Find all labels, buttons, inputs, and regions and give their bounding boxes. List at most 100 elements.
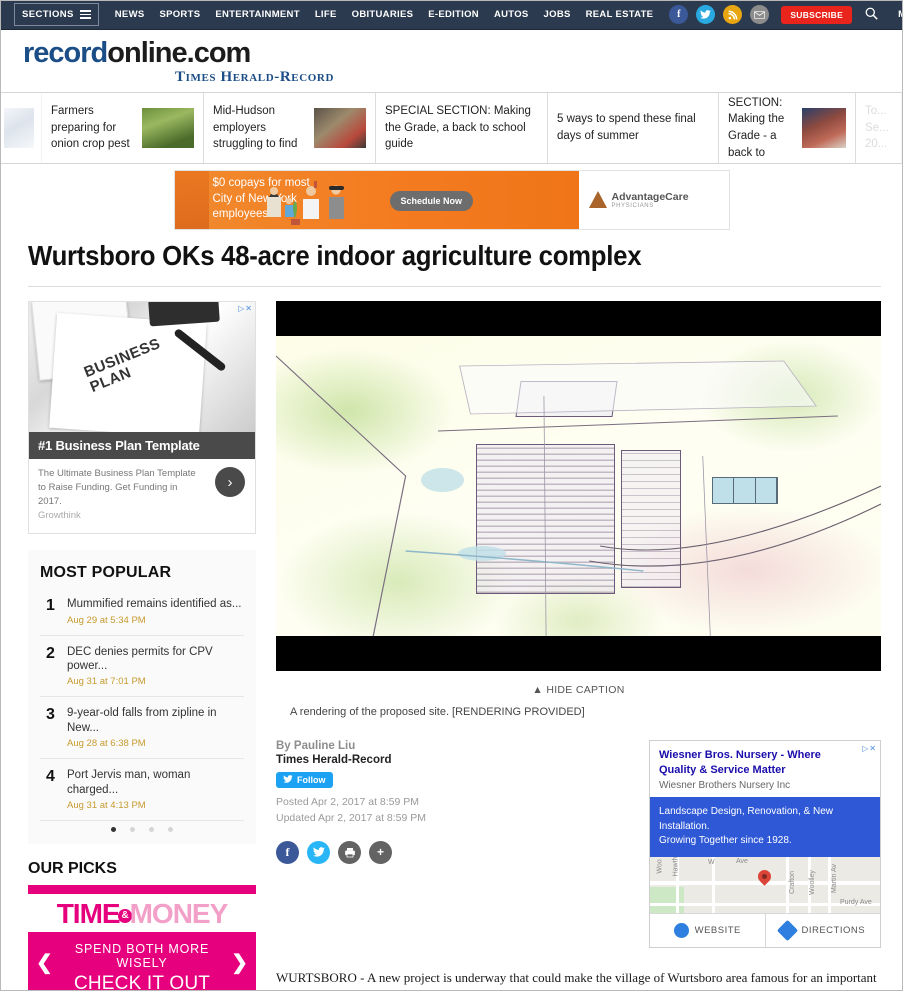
adchoices-icon[interactable]: ▷✕ [862,744,877,753]
logo-part-record: record [23,37,108,69]
website-button[interactable]: WEBSITE [650,914,765,947]
byline-author[interactable]: Pauline Liu [294,740,355,752]
twitter-follow-button[interactable]: Follow [276,772,333,788]
nav-link-real-estate[interactable]: REAL ESTATE [586,9,654,20]
ad-desc-line2: Raise Funding. Get Funding in 2017. [38,481,178,507]
carousel-item[interactable]: Mid-Hudson employers struggling to find [204,93,376,163]
article-hero-image[interactable] [276,301,881,671]
nav-link-sports[interactable]: SPORTS [159,9,200,20]
leaderboard-ad[interactable]: $0 copays for most City of New York empl… [173,169,730,230]
nav-link-entertainment[interactable]: ENTERTAINMENT [215,9,299,20]
ad-title-line-2[interactable]: Quality & Service Matter [659,763,871,778]
website-label: WEBSITE [694,924,741,936]
carousel-item[interactable]: Farmers preparing for onion crop pest [42,93,204,163]
subscribe-button[interactable]: SUBSCRIBE [781,5,853,24]
ad-description: The Ultimate Business Plan Template to R… [29,459,255,533]
email-icon[interactable] [750,5,770,24]
carousel-item[interactable]: 5 ways to spend these final days of summ… [548,93,719,163]
updated-timestamp: Updated Apr 2, 2017 at 8:59 PM [276,811,427,824]
nav-link-jobs[interactable]: JOBS [544,9,571,20]
advertiser-name: AdvantageCare [611,190,689,203]
chevron-up-icon: ▲ [532,684,544,696]
promo-prev-arrow-icon[interactable]: ❮ [36,950,53,975]
ad-action-row: WEBSITE DIRECTIONS [650,912,881,947]
carousel-item[interactable] [0,93,42,163]
directions-button[interactable]: DIRECTIONS [764,913,881,947]
sidebar-google-ad[interactable]: ▷✕ Wiesner Bros. Nursery - Where Quality… [649,740,881,948]
ad-map[interactable]: Woo Hawth W Ave Crafton Woolley Martin A… [650,856,880,913]
promo-logo-money: MONEY [129,897,229,929]
nav-link-autos[interactable]: AUTOS [494,9,529,20]
carousel-item[interactable]: SPECIAL SECTION: Making the Grade, a bac… [376,93,548,163]
list-item[interactable]: 3 9-year-old falls from zipline in New..… [40,697,244,760]
our-picks-module: OUR PICKS TIME &MONEY ❮ SPEND BOTH MORE W… [28,860,256,991]
pagination-dot[interactable] [168,826,173,832]
ad-overlay-title: #1 Business Plan Template [29,432,255,459]
main-column: ▲ HIDE CAPTION A rendering of the propos… [258,301,881,991]
facebook-icon[interactable]: f [669,5,689,24]
sidebar-advertisement[interactable]: BUSINESS PLAN ▷✕ #1 Business Plan Templa… [28,301,256,535]
schedule-now-button[interactable]: Schedule Now [389,190,474,211]
share-twitter-button[interactable] [307,840,330,864]
print-button[interactable] [338,840,361,864]
map-label: Hawth [672,856,680,876]
ad-title-line-1[interactable]: Wiesner Bros. Nursery - Where [659,748,871,763]
list-item[interactable]: 4 Port Jervis man, woman charged... Aug … [40,759,244,821]
posted-timestamp: Posted Apr 2, 2017 at 8:59 PM [276,796,420,808]
list-item-title[interactable]: DEC denies permits for CPV power... [67,645,242,674]
promo-line-2: CHECK IT OUT HERE [73,972,211,991]
ad-next-arrow-icon[interactable]: › [215,467,245,497]
hide-caption-button[interactable]: ▲ HIDE CAPTION [532,684,624,696]
carousel-item[interactable]: SPECIAL SECTION: Making the Grade - a ba… [719,93,856,163]
ad-description-panel: Landscape Design, Renovation, & New Inst… [650,797,880,857]
pagination-dot[interactable] [130,826,135,832]
list-item-rank: 4 [46,768,55,786]
adchoices-icon[interactable]: ▷✕ [238,304,253,313]
promo-next-arrow-icon[interactable]: ❯ [231,950,248,975]
logo-part-online: online.com [107,37,251,69]
ad-illustration [259,175,409,227]
more-share-button[interactable]: + [369,840,392,864]
list-item-title[interactable]: Port Jervis man, woman charged... [67,768,242,797]
promo-banner[interactable]: ❮ SPEND BOTH MORE WISELY CHECK IT OUT HE… [28,931,256,991]
article-body: WURTSBORO - A new project is underway th… [276,969,877,985]
list-item-date: Aug 31 at 7:01 PM [67,676,146,688]
primary-nav-links: NEWS SPORTS ENTERTAINMENT LIFE OBITUARIE… [115,9,654,20]
sections-menu-button[interactable]: SECTIONS [14,3,99,26]
twitter-icon[interactable] [696,5,716,24]
ad-brand: Growthink [38,510,81,522]
carousel-item-title: 5 ways to spend these final days of summ… [557,113,696,142]
carousel-item-title: Farmers preparing for onion crop pest [51,104,130,151]
article-header: Wurtsboro OKs 48-acre indoor agriculture… [0,228,903,272]
pagination-dot[interactable] [149,826,154,832]
carousel-item[interactable]: To... Se... 20... [856,93,902,163]
search-icon[interactable] [865,7,878,23]
share-buttons: f + [276,840,631,864]
letterbox-bottom [276,636,881,671]
timestamps: Posted Apr 2, 2017 at 8:59 PM Updated Ap… [276,795,631,827]
promo-logo-time: TIME [56,897,121,929]
carousel-item-title: Mid-Hudson employers struggling to find [213,104,298,151]
carousel-thumbnail [4,108,34,148]
weather-widget[interactable]: MIDDLETOWN 56° ☁ [898,9,903,20]
most-popular-title: MOST POPULAR [40,564,172,582]
site-rendering-illustration [276,336,881,636]
list-item-title[interactable]: 9-year-old falls from zipline in New... [67,706,242,735]
share-facebook-button[interactable]: f [276,840,299,864]
rss-icon[interactable] [723,5,743,24]
nav-link-life[interactable]: LIFE [315,9,337,20]
site-logo[interactable]: recordonline.com [23,39,902,68]
pagination-dot[interactable] [111,826,116,832]
list-item-title[interactable]: Mummified remains identified as... [67,597,241,611]
nav-link-obituaries[interactable]: OBITUARIES [352,9,414,20]
follow-label: Follow [297,775,326,785]
promo-logo: TIME &MONEY [28,893,256,932]
list-item[interactable]: 1 Mummified remains identified as... Aug… [40,588,244,636]
nav-link-news[interactable]: NEWS [115,9,145,20]
list-item[interactable]: 2 DEC denies permits for CPV power... Au… [40,636,244,698]
nav-link-e-edition[interactable]: E-EDITION [428,9,479,20]
leaderboard-ad-container: $0 copays for most City of New York empl… [0,164,903,230]
headline-carousel: Farmers preparing for onion crop pest Mi… [0,92,903,164]
advantagecare-mark-icon [588,191,607,208]
social-links: f [669,5,770,24]
